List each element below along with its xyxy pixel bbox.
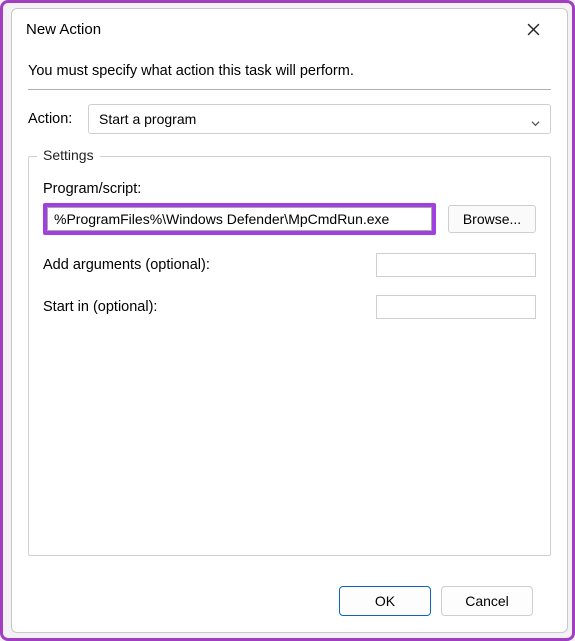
chevron-down-icon (531, 115, 540, 124)
close-button[interactable] (513, 15, 553, 43)
titlebar: New Action (12, 9, 567, 45)
program-script-label: Program/script: (43, 181, 536, 197)
arguments-label: Add arguments (optional): (43, 257, 210, 273)
program-input-highlight (43, 203, 436, 235)
dialog-footer: OK Cancel (28, 574, 551, 632)
startin-label: Start in (optional): (43, 299, 157, 315)
window-title: New Action (26, 21, 101, 38)
startin-input[interactable] (376, 295, 536, 319)
arguments-input[interactable] (376, 253, 536, 277)
browse-button[interactable]: Browse... (448, 205, 536, 233)
dialog-body: You must specify what action this task w… (12, 45, 567, 632)
instruction-text: You must specify what action this task w… (28, 55, 551, 89)
settings-legend: Settings (37, 147, 100, 163)
new-action-dialog: New Action You must specify what action … (11, 8, 568, 633)
action-dropdown[interactable]: Start a program (88, 104, 551, 134)
divider (28, 89, 551, 90)
action-label: Action: (28, 111, 78, 127)
cancel-button[interactable]: Cancel (441, 586, 533, 616)
close-icon (527, 23, 540, 36)
program-script-input[interactable] (47, 207, 432, 231)
action-row: Action: Start a program (28, 104, 551, 134)
action-dropdown-value: Start a program (99, 111, 196, 127)
settings-group: Settings Program/script: Browse... Add a… (28, 156, 551, 556)
ok-button[interactable]: OK (339, 586, 431, 616)
